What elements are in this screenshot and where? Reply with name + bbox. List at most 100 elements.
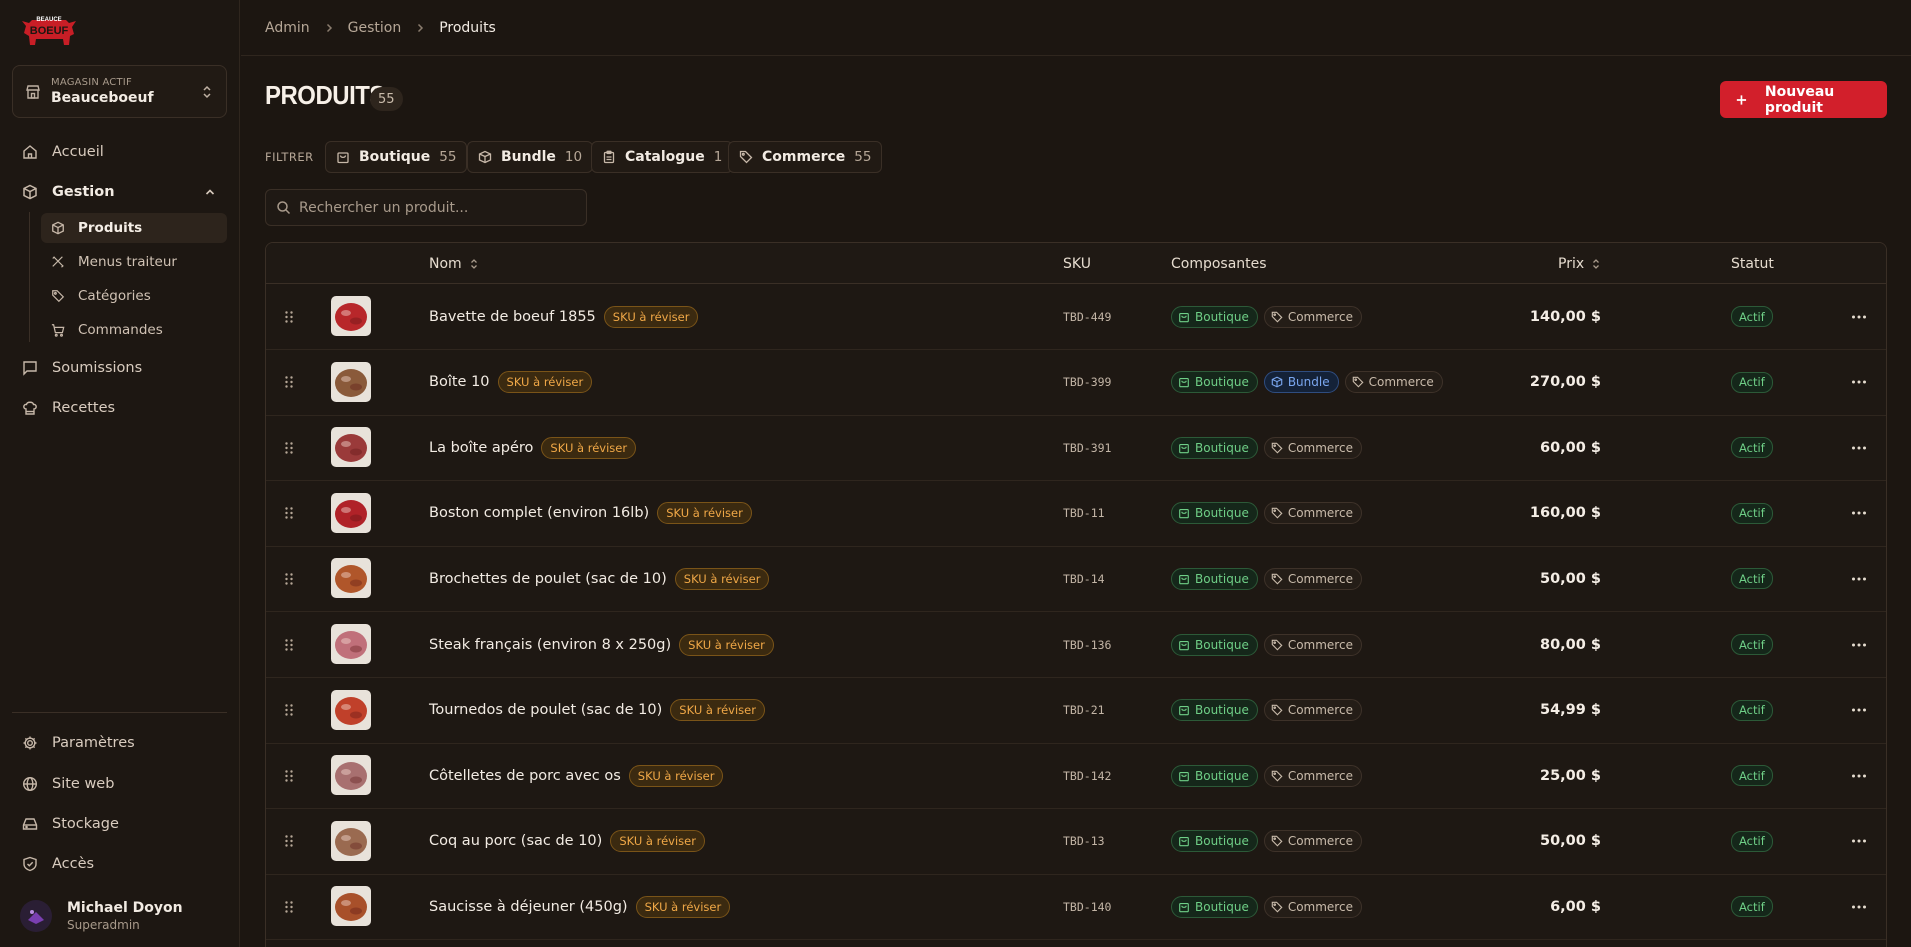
- tag-boutique-label: Boutique: [1195, 375, 1249, 390]
- filter-chip-catalogue[interactable]: Catalogue 1: [591, 141, 734, 173]
- nav-gestion[interactable]: Gestion: [12, 176, 227, 208]
- nav-acces[interactable]: Accès: [12, 848, 227, 880]
- breadcrumb-admin[interactable]: Admin: [265, 20, 310, 36]
- nav-accueil[interactable]: Accueil: [12, 136, 227, 168]
- column-header-prix[interactable]: Prix: [1558, 243, 1602, 284]
- nav-parametres[interactable]: Paramètres: [12, 727, 227, 759]
- sort-icon: [1593, 258, 1600, 269]
- tag-icon: [1271, 442, 1283, 454]
- drag-handle[interactable]: [279, 874, 299, 939]
- filter-chip-bundle[interactable]: Bundle 10: [467, 141, 594, 173]
- table-header: Nom SKU Composantes Prix Statut: [266, 243, 1886, 284]
- product-name[interactable]: Bavette de boeuf 1855: [429, 309, 596, 325]
- drag-handle[interactable]: [279, 350, 299, 415]
- product-name[interactable]: Brochettes de poulet (sac de 10): [429, 571, 667, 587]
- product-name[interactable]: Tournedos de poulet (sac de 10): [429, 702, 662, 718]
- drag-handle[interactable]: [279, 481, 299, 546]
- brand-logo[interactable]: BEAUCE BOEUF: [20, 12, 78, 50]
- table-row[interactable]: Brochettes de poulet (sac de 10) SKU à ré…: [266, 546, 1886, 613]
- product-name[interactable]: Boston complet (environ 16lb): [429, 505, 649, 521]
- column-header-sku: SKU: [1063, 243, 1091, 284]
- row-actions-button[interactable]: [1848, 546, 1870, 611]
- drag-handle[interactable]: [279, 612, 299, 677]
- product-name[interactable]: Steak français (environ 8 x 250g): [429, 637, 671, 653]
- row-actions-button[interactable]: [1848, 809, 1870, 874]
- row-actions-button[interactable]: [1848, 415, 1870, 480]
- gear-icon: [23, 736, 37, 750]
- grip-vertical-icon: [285, 835, 293, 847]
- hard-drive-icon: [22, 818, 38, 830]
- drag-handle[interactable]: [279, 743, 299, 808]
- sidebar-item-commandes[interactable]: Commandes: [41, 315, 227, 345]
- status-badge: Actif: [1731, 437, 1773, 459]
- table-row[interactable]: Coq au porc (sac de 10) SKU à réviser TBD-…: [266, 809, 1886, 875]
- tag-boutique-label: Boutique: [1195, 571, 1249, 586]
- drag-handle[interactable]: [279, 809, 299, 874]
- product-price: 140,00 $: [1529, 308, 1601, 325]
- avatar: [20, 900, 52, 932]
- filter-chip-commerce[interactable]: Commerce 55: [728, 141, 883, 173]
- nav-recettes[interactable]: Recettes: [12, 392, 227, 424]
- tag-icon: [739, 150, 753, 164]
- store-switcher[interactable]: MAGASIN ACTIF Beauceboeuf: [12, 65, 227, 118]
- drag-handle[interactable]: [279, 546, 299, 611]
- table-row[interactable]: Boston complet (environ 16lb) SKU à révis…: [266, 481, 1886, 547]
- user-profile[interactable]: Michael Doyon Superadmin: [20, 896, 225, 936]
- product-price: 50,00 $: [1539, 833, 1601, 850]
- store-icon: [26, 84, 40, 99]
- drag-handle[interactable]: [279, 415, 299, 480]
- product-name[interactable]: Boîte 10: [429, 374, 490, 390]
- table-row[interactable]: Boîte 10 SKU à réviser TBD-399 Boutique Bund…: [266, 350, 1886, 416]
- nav-soumissions[interactable]: Soumissions: [12, 352, 227, 384]
- breadcrumb-gestion[interactable]: Gestion: [348, 20, 402, 36]
- product-name[interactable]: Côtelletes de porc avec os: [429, 768, 621, 784]
- filter-chip-boutique[interactable]: Boutique 55: [325, 141, 468, 173]
- row-actions-button[interactable]: [1848, 350, 1870, 415]
- search-box: [265, 189, 587, 226]
- box-icon: [1271, 376, 1283, 388]
- status-badge: Actif: [1731, 502, 1773, 524]
- sku-review-badge: SKU à réviser: [497, 371, 593, 394]
- product-name[interactable]: La boîte apéro: [429, 440, 533, 456]
- row-actions-button[interactable]: [1848, 743, 1870, 808]
- product-price: 25,00 $: [1539, 767, 1601, 784]
- bag-icon: [337, 152, 349, 164]
- row-actions-button[interactable]: [1848, 678, 1870, 743]
- bag-icon: [1179, 509, 1189, 519]
- row-actions-button[interactable]: [1848, 612, 1870, 677]
- more-horizontal-icon: [1852, 774, 1866, 778]
- tag-boutique-label: Boutique: [1195, 834, 1249, 849]
- table-row[interactable]: Saucisse à déjeuner (450g) SKU à réviser T…: [266, 874, 1886, 941]
- drag-handle[interactable]: [279, 678, 299, 743]
- column-header-nom-label: Nom: [429, 255, 462, 272]
- tag-boutique-label: Boutique: [1195, 440, 1249, 455]
- more-horizontal-icon: [1852, 380, 1866, 384]
- new-product-button[interactable]: Nouveau produit: [1720, 81, 1887, 118]
- column-header-nom[interactable]: Nom: [429, 243, 480, 284]
- nav-site-web[interactable]: Site web: [12, 768, 227, 800]
- status-cell: Actif: [1731, 350, 1773, 415]
- table-row[interactable]: Steak français (environ 8 x 250g) SKU à r…: [266, 612, 1886, 678]
- product-sku: TBD-136: [1063, 637, 1112, 652]
- tag-icon: [1271, 704, 1283, 716]
- nav-stockage[interactable]: Stockage: [12, 808, 227, 840]
- row-actions-button[interactable]: [1848, 481, 1870, 546]
- row-actions-button[interactable]: [1848, 284, 1870, 349]
- table-row[interactable]: Bavette de boeuf 1855 SKU à réviser TBD-44…: [266, 284, 1886, 350]
- sidebar-item-produits[interactable]: Produits: [41, 213, 227, 243]
- sidebar-item-categories[interactable]: Catégories: [41, 281, 227, 311]
- tag-icon: [1271, 508, 1283, 519]
- grip-vertical-icon: [285, 507, 293, 519]
- nav-site-web-label: Site web: [52, 776, 115, 792]
- product-name[interactable]: Saucisse à déjeuner (450g): [429, 899, 628, 915]
- search-input[interactable]: [299, 199, 576, 216]
- product-name[interactable]: Coq au porc (sac de 10): [429, 833, 602, 849]
- row-actions-button[interactable]: [1848, 874, 1870, 939]
- product-thumbnail: [331, 689, 371, 730]
- table-row[interactable]: Côtelletes de porc avec os SKU à réviser T…: [266, 743, 1886, 810]
- table-row[interactable]: Tournedos de poulet (sac de 10) SKU à rév…: [266, 678, 1886, 744]
- status-cell: Actif: [1731, 874, 1773, 939]
- table-row[interactable]: La boîte apéro SKU à réviser TBD-391 Boutiq…: [266, 415, 1886, 482]
- sidebar-item-menus-traiteur[interactable]: Menus traiteur: [41, 247, 227, 277]
- drag-handle[interactable]: [279, 284, 299, 349]
